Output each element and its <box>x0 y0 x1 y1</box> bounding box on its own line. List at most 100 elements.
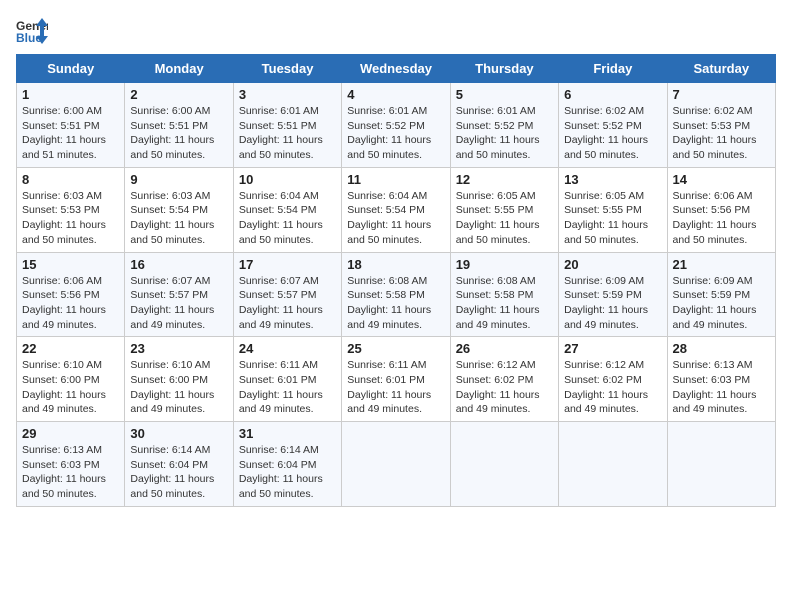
day-info: Sunrise: 6:04 AM Sunset: 5:54 PM Dayligh… <box>239 189 336 248</box>
day-info: Sunrise: 6:01 AM Sunset: 5:51 PM Dayligh… <box>239 104 336 163</box>
calendar-table: SundayMondayTuesdayWednesdayThursdayFrid… <box>16 54 776 507</box>
day-number: 12 <box>456 172 553 187</box>
day-number: 8 <box>22 172 119 187</box>
calendar-day-cell: 4 Sunrise: 6:01 AM Sunset: 5:52 PM Dayli… <box>342 83 450 168</box>
calendar-day-cell: 5 Sunrise: 6:01 AM Sunset: 5:52 PM Dayli… <box>450 83 558 168</box>
calendar-day-cell: 22 Sunrise: 6:10 AM Sunset: 6:00 PM Dayl… <box>17 337 125 422</box>
calendar-day-cell: 25 Sunrise: 6:11 AM Sunset: 6:01 PM Dayl… <box>342 337 450 422</box>
day-info: Sunrise: 6:14 AM Sunset: 6:04 PM Dayligh… <box>239 443 336 502</box>
day-number: 24 <box>239 341 336 356</box>
day-number: 6 <box>564 87 661 102</box>
logo-icon: General Blue <box>16 16 48 44</box>
day-number: 16 <box>130 257 227 272</box>
day-info: Sunrise: 6:06 AM Sunset: 5:56 PM Dayligh… <box>22 274 119 333</box>
day-number: 3 <box>239 87 336 102</box>
day-info: Sunrise: 6:02 AM Sunset: 5:53 PM Dayligh… <box>673 104 770 163</box>
day-of-week-header: Tuesday <box>233 55 341 83</box>
day-number: 9 <box>130 172 227 187</box>
page-header: General Blue <box>16 16 776 44</box>
calendar-day-cell: 21 Sunrise: 6:09 AM Sunset: 5:59 PM Dayl… <box>667 252 775 337</box>
day-number: 18 <box>347 257 444 272</box>
calendar-week-row: 15 Sunrise: 6:06 AM Sunset: 5:56 PM Dayl… <box>17 252 776 337</box>
day-number: 2 <box>130 87 227 102</box>
day-info: Sunrise: 6:11 AM Sunset: 6:01 PM Dayligh… <box>239 358 336 417</box>
calendar-week-row: 1 Sunrise: 6:00 AM Sunset: 5:51 PM Dayli… <box>17 83 776 168</box>
calendar-day-cell: 31 Sunrise: 6:14 AM Sunset: 6:04 PM Dayl… <box>233 422 341 507</box>
calendar-day-cell: 19 Sunrise: 6:08 AM Sunset: 5:58 PM Dayl… <box>450 252 558 337</box>
day-info: Sunrise: 6:13 AM Sunset: 6:03 PM Dayligh… <box>673 358 770 417</box>
day-number: 5 <box>456 87 553 102</box>
calendar-day-cell: 6 Sunrise: 6:02 AM Sunset: 5:52 PM Dayli… <box>559 83 667 168</box>
day-number: 19 <box>456 257 553 272</box>
day-number: 14 <box>673 172 770 187</box>
calendar-week-row: 8 Sunrise: 6:03 AM Sunset: 5:53 PM Dayli… <box>17 167 776 252</box>
day-info: Sunrise: 6:12 AM Sunset: 6:02 PM Dayligh… <box>456 358 553 417</box>
day-info: Sunrise: 6:07 AM Sunset: 5:57 PM Dayligh… <box>239 274 336 333</box>
day-info: Sunrise: 6:08 AM Sunset: 5:58 PM Dayligh… <box>456 274 553 333</box>
calendar-day-cell: 20 Sunrise: 6:09 AM Sunset: 5:59 PM Dayl… <box>559 252 667 337</box>
day-of-week-header: Saturday <box>667 55 775 83</box>
day-info: Sunrise: 6:07 AM Sunset: 5:57 PM Dayligh… <box>130 274 227 333</box>
calendar-day-cell: 29 Sunrise: 6:13 AM Sunset: 6:03 PM Dayl… <box>17 422 125 507</box>
day-number: 17 <box>239 257 336 272</box>
day-number: 15 <box>22 257 119 272</box>
calendar-day-cell: 15 Sunrise: 6:06 AM Sunset: 5:56 PM Dayl… <box>17 252 125 337</box>
empty-cell <box>667 422 775 507</box>
day-info: Sunrise: 6:10 AM Sunset: 6:00 PM Dayligh… <box>22 358 119 417</box>
day-info: Sunrise: 6:14 AM Sunset: 6:04 PM Dayligh… <box>130 443 227 502</box>
empty-cell <box>450 422 558 507</box>
calendar-day-cell: 8 Sunrise: 6:03 AM Sunset: 5:53 PM Dayli… <box>17 167 125 252</box>
day-info: Sunrise: 6:00 AM Sunset: 5:51 PM Dayligh… <box>130 104 227 163</box>
calendar-day-cell: 16 Sunrise: 6:07 AM Sunset: 5:57 PM Dayl… <box>125 252 233 337</box>
calendar-week-row: 29 Sunrise: 6:13 AM Sunset: 6:03 PM Dayl… <box>17 422 776 507</box>
logo: General Blue <box>16 16 48 44</box>
calendar-body: 1 Sunrise: 6:00 AM Sunset: 5:51 PM Dayli… <box>17 83 776 507</box>
calendar-day-cell: 12 Sunrise: 6:05 AM Sunset: 5:55 PM Dayl… <box>450 167 558 252</box>
empty-cell <box>342 422 450 507</box>
calendar-day-cell: 26 Sunrise: 6:12 AM Sunset: 6:02 PM Dayl… <box>450 337 558 422</box>
day-of-week-header: Monday <box>125 55 233 83</box>
day-number: 7 <box>673 87 770 102</box>
calendar-day-cell: 1 Sunrise: 6:00 AM Sunset: 5:51 PM Dayli… <box>17 83 125 168</box>
day-info: Sunrise: 6:06 AM Sunset: 5:56 PM Dayligh… <box>673 189 770 248</box>
calendar-day-cell: 18 Sunrise: 6:08 AM Sunset: 5:58 PM Dayl… <box>342 252 450 337</box>
calendar-day-cell: 17 Sunrise: 6:07 AM Sunset: 5:57 PM Dayl… <box>233 252 341 337</box>
day-number: 20 <box>564 257 661 272</box>
day-number: 21 <box>673 257 770 272</box>
day-number: 25 <box>347 341 444 356</box>
day-number: 30 <box>130 426 227 441</box>
calendar-day-cell: 11 Sunrise: 6:04 AM Sunset: 5:54 PM Dayl… <box>342 167 450 252</box>
day-number: 28 <box>673 341 770 356</box>
calendar-day-cell: 2 Sunrise: 6:00 AM Sunset: 5:51 PM Dayli… <box>125 83 233 168</box>
calendar-day-cell: 7 Sunrise: 6:02 AM Sunset: 5:53 PM Dayli… <box>667 83 775 168</box>
calendar-day-cell: 9 Sunrise: 6:03 AM Sunset: 5:54 PM Dayli… <box>125 167 233 252</box>
day-info: Sunrise: 6:03 AM Sunset: 5:53 PM Dayligh… <box>22 189 119 248</box>
day-info: Sunrise: 6:09 AM Sunset: 5:59 PM Dayligh… <box>673 274 770 333</box>
calendar-day-cell: 23 Sunrise: 6:10 AM Sunset: 6:00 PM Dayl… <box>125 337 233 422</box>
day-number: 23 <box>130 341 227 356</box>
day-number: 10 <box>239 172 336 187</box>
day-info: Sunrise: 6:12 AM Sunset: 6:02 PM Dayligh… <box>564 358 661 417</box>
day-of-week-header: Thursday <box>450 55 558 83</box>
day-info: Sunrise: 6:13 AM Sunset: 6:03 PM Dayligh… <box>22 443 119 502</box>
calendar-day-cell: 10 Sunrise: 6:04 AM Sunset: 5:54 PM Dayl… <box>233 167 341 252</box>
day-number: 13 <box>564 172 661 187</box>
day-info: Sunrise: 6:10 AM Sunset: 6:00 PM Dayligh… <box>130 358 227 417</box>
day-number: 4 <box>347 87 444 102</box>
day-number: 22 <box>22 341 119 356</box>
day-number: 26 <box>456 341 553 356</box>
day-number: 29 <box>22 426 119 441</box>
day-info: Sunrise: 6:05 AM Sunset: 5:55 PM Dayligh… <box>564 189 661 248</box>
calendar-day-cell: 28 Sunrise: 6:13 AM Sunset: 6:03 PM Dayl… <box>667 337 775 422</box>
calendar-week-row: 22 Sunrise: 6:10 AM Sunset: 6:00 PM Dayl… <box>17 337 776 422</box>
calendar-day-cell: 27 Sunrise: 6:12 AM Sunset: 6:02 PM Dayl… <box>559 337 667 422</box>
day-number: 1 <box>22 87 119 102</box>
day-info: Sunrise: 6:03 AM Sunset: 5:54 PM Dayligh… <box>130 189 227 248</box>
day-number: 27 <box>564 341 661 356</box>
calendar-day-cell: 14 Sunrise: 6:06 AM Sunset: 5:56 PM Dayl… <box>667 167 775 252</box>
day-info: Sunrise: 6:05 AM Sunset: 5:55 PM Dayligh… <box>456 189 553 248</box>
day-info: Sunrise: 6:08 AM Sunset: 5:58 PM Dayligh… <box>347 274 444 333</box>
day-info: Sunrise: 6:02 AM Sunset: 5:52 PM Dayligh… <box>564 104 661 163</box>
day-info: Sunrise: 6:04 AM Sunset: 5:54 PM Dayligh… <box>347 189 444 248</box>
day-number: 31 <box>239 426 336 441</box>
